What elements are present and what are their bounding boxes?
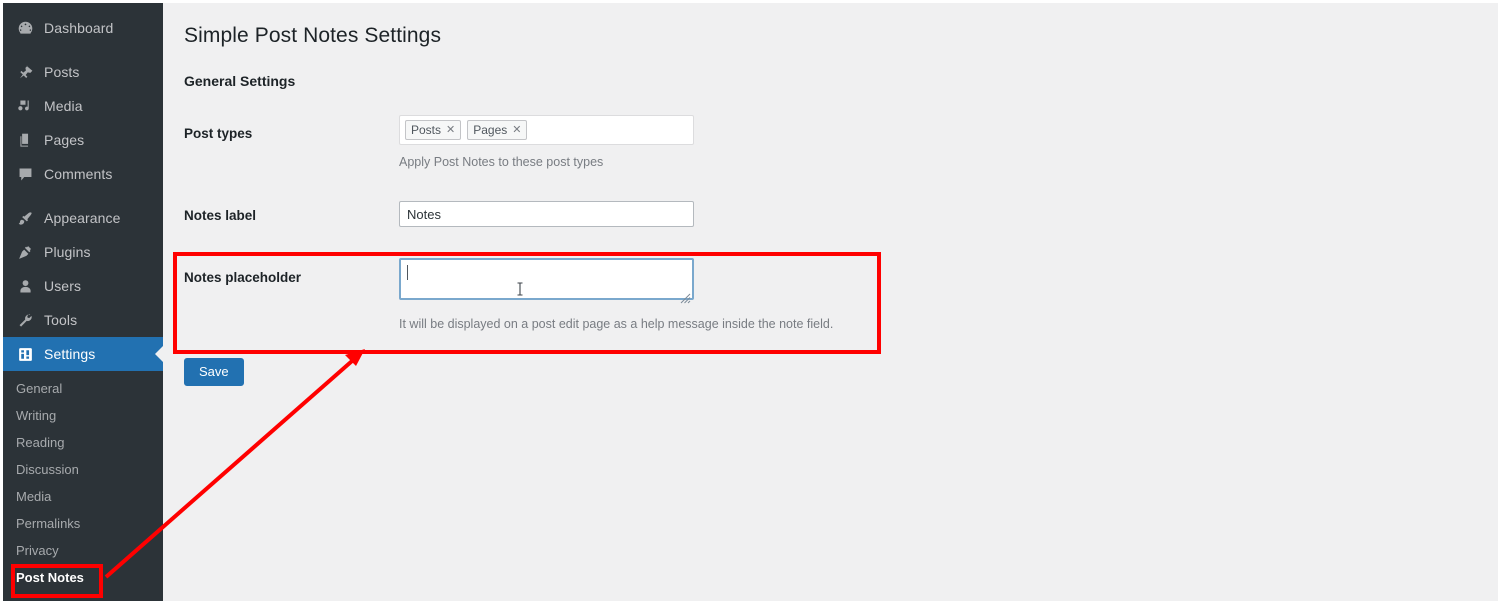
sidebar-item-appearance[interactable]: Appearance	[3, 201, 163, 235]
sidebar-item-plugins[interactable]: Plugins	[3, 235, 163, 269]
sidebar-item-pages[interactable]: Pages	[3, 123, 163, 157]
user-icon	[16, 277, 34, 295]
sidebar-item-tools[interactable]: Tools	[3, 303, 163, 337]
pages-icon	[16, 131, 34, 149]
settings-submenu: General Writing Reading Discussion Media…	[3, 371, 163, 591]
notes-placeholder-label: Notes placeholder	[184, 270, 302, 285]
post-types-label: Post types	[184, 126, 253, 141]
submenu-item-media[interactable]: Media	[3, 483, 163, 510]
submenu-item-general[interactable]: General	[3, 375, 163, 402]
submenu-item-writing[interactable]: Writing	[3, 402, 163, 429]
post-types-field: Posts ✕ Pages ✕ Apply Post Notes to thes…	[399, 115, 694, 169]
sidebar-item-users[interactable]: Users	[3, 269, 163, 303]
sidebar-item-label: Comments	[44, 166, 113, 182]
sidebar-item-comments[interactable]: Comments	[3, 157, 163, 191]
settings-content-area: Simple Post Notes Settings General Setti…	[163, 3, 1498, 601]
notes-placeholder-textarea[interactable]	[399, 258, 694, 300]
submenu-item-permalinks[interactable]: Permalinks	[3, 510, 163, 537]
pin-icon	[16, 63, 34, 81]
tag-label: Pages	[473, 123, 508, 137]
text-caret	[407, 265, 408, 280]
submenu-item-post-notes[interactable]: Post Notes	[3, 564, 163, 591]
media-icon	[16, 97, 34, 115]
paintbrush-icon	[16, 209, 34, 227]
sidebar-item-label: Media	[44, 98, 83, 114]
sidebar-item-label: Pages	[44, 132, 85, 148]
sidebar-item-settings[interactable]: Settings	[3, 337, 163, 371]
post-types-tag-input[interactable]: Posts ✕ Pages ✕	[399, 115, 694, 145]
sidebar-item-media[interactable]: Media	[3, 89, 163, 123]
save-button[interactable]: Save	[184, 358, 244, 386]
sidebar-item-label: Plugins	[44, 244, 91, 260]
sidebar-item-posts[interactable]: Posts	[3, 55, 163, 89]
plug-icon	[16, 243, 34, 261]
sliders-icon	[16, 345, 34, 363]
submenu-item-reading[interactable]: Reading	[3, 429, 163, 456]
notes-label-input[interactable]	[399, 201, 694, 227]
notes-placeholder-textarea-wrap	[399, 258, 694, 305]
notes-placeholder-row: Notes placeholder It will be displayed o…	[184, 258, 1084, 338]
page-title: Simple Post Notes Settings	[184, 24, 442, 47]
sidebar-item-label: Appearance	[44, 210, 121, 226]
menu-separator	[3, 191, 163, 201]
sidebar-item-label: Dashboard	[44, 20, 114, 36]
notes-label-label: Notes label	[184, 208, 257, 223]
dashboard-icon	[16, 19, 34, 37]
remove-tag-icon[interactable]: ✕	[446, 122, 455, 138]
wrench-icon	[16, 311, 34, 329]
notes-placeholder-field: It will be displayed on a post edit page…	[399, 258, 833, 331]
comment-icon	[16, 165, 34, 183]
active-item-notch	[155, 346, 163, 362]
remove-tag-icon[interactable]: ✕	[512, 122, 521, 138]
notes-label-row: Notes label	[184, 201, 1084, 233]
notes-label-field	[399, 201, 694, 227]
sidebar-item-dashboard[interactable]: Dashboard	[3, 11, 163, 45]
post-types-row: Post types Posts ✕ Pages ✕ Apply Post No…	[184, 115, 1084, 185]
menu-separator	[3, 45, 163, 55]
sidebar-item-label: Settings	[44, 346, 96, 362]
submenu-item-privacy[interactable]: Privacy	[3, 537, 163, 564]
tag-pages[interactable]: Pages ✕	[467, 120, 528, 140]
sidebar-item-label: Users	[44, 278, 82, 294]
section-title: General Settings	[184, 73, 296, 89]
admin-sidebar: Dashboard Posts Media Pages Comments App…	[3, 3, 163, 601]
sidebar-item-label: Posts	[44, 64, 80, 80]
sidebar-item-label: Tools	[44, 312, 78, 328]
post-types-help-text: Apply Post Notes to these post types	[399, 155, 604, 169]
submenu-item-discussion[interactable]: Discussion	[3, 456, 163, 483]
tag-label: Posts	[411, 123, 442, 137]
wordpress-admin-screen: Dashboard Posts Media Pages Comments App…	[0, 0, 1501, 604]
notes-placeholder-help-text: It will be displayed on a post edit page…	[399, 317, 834, 331]
tag-posts[interactable]: Posts ✕	[405, 120, 462, 140]
